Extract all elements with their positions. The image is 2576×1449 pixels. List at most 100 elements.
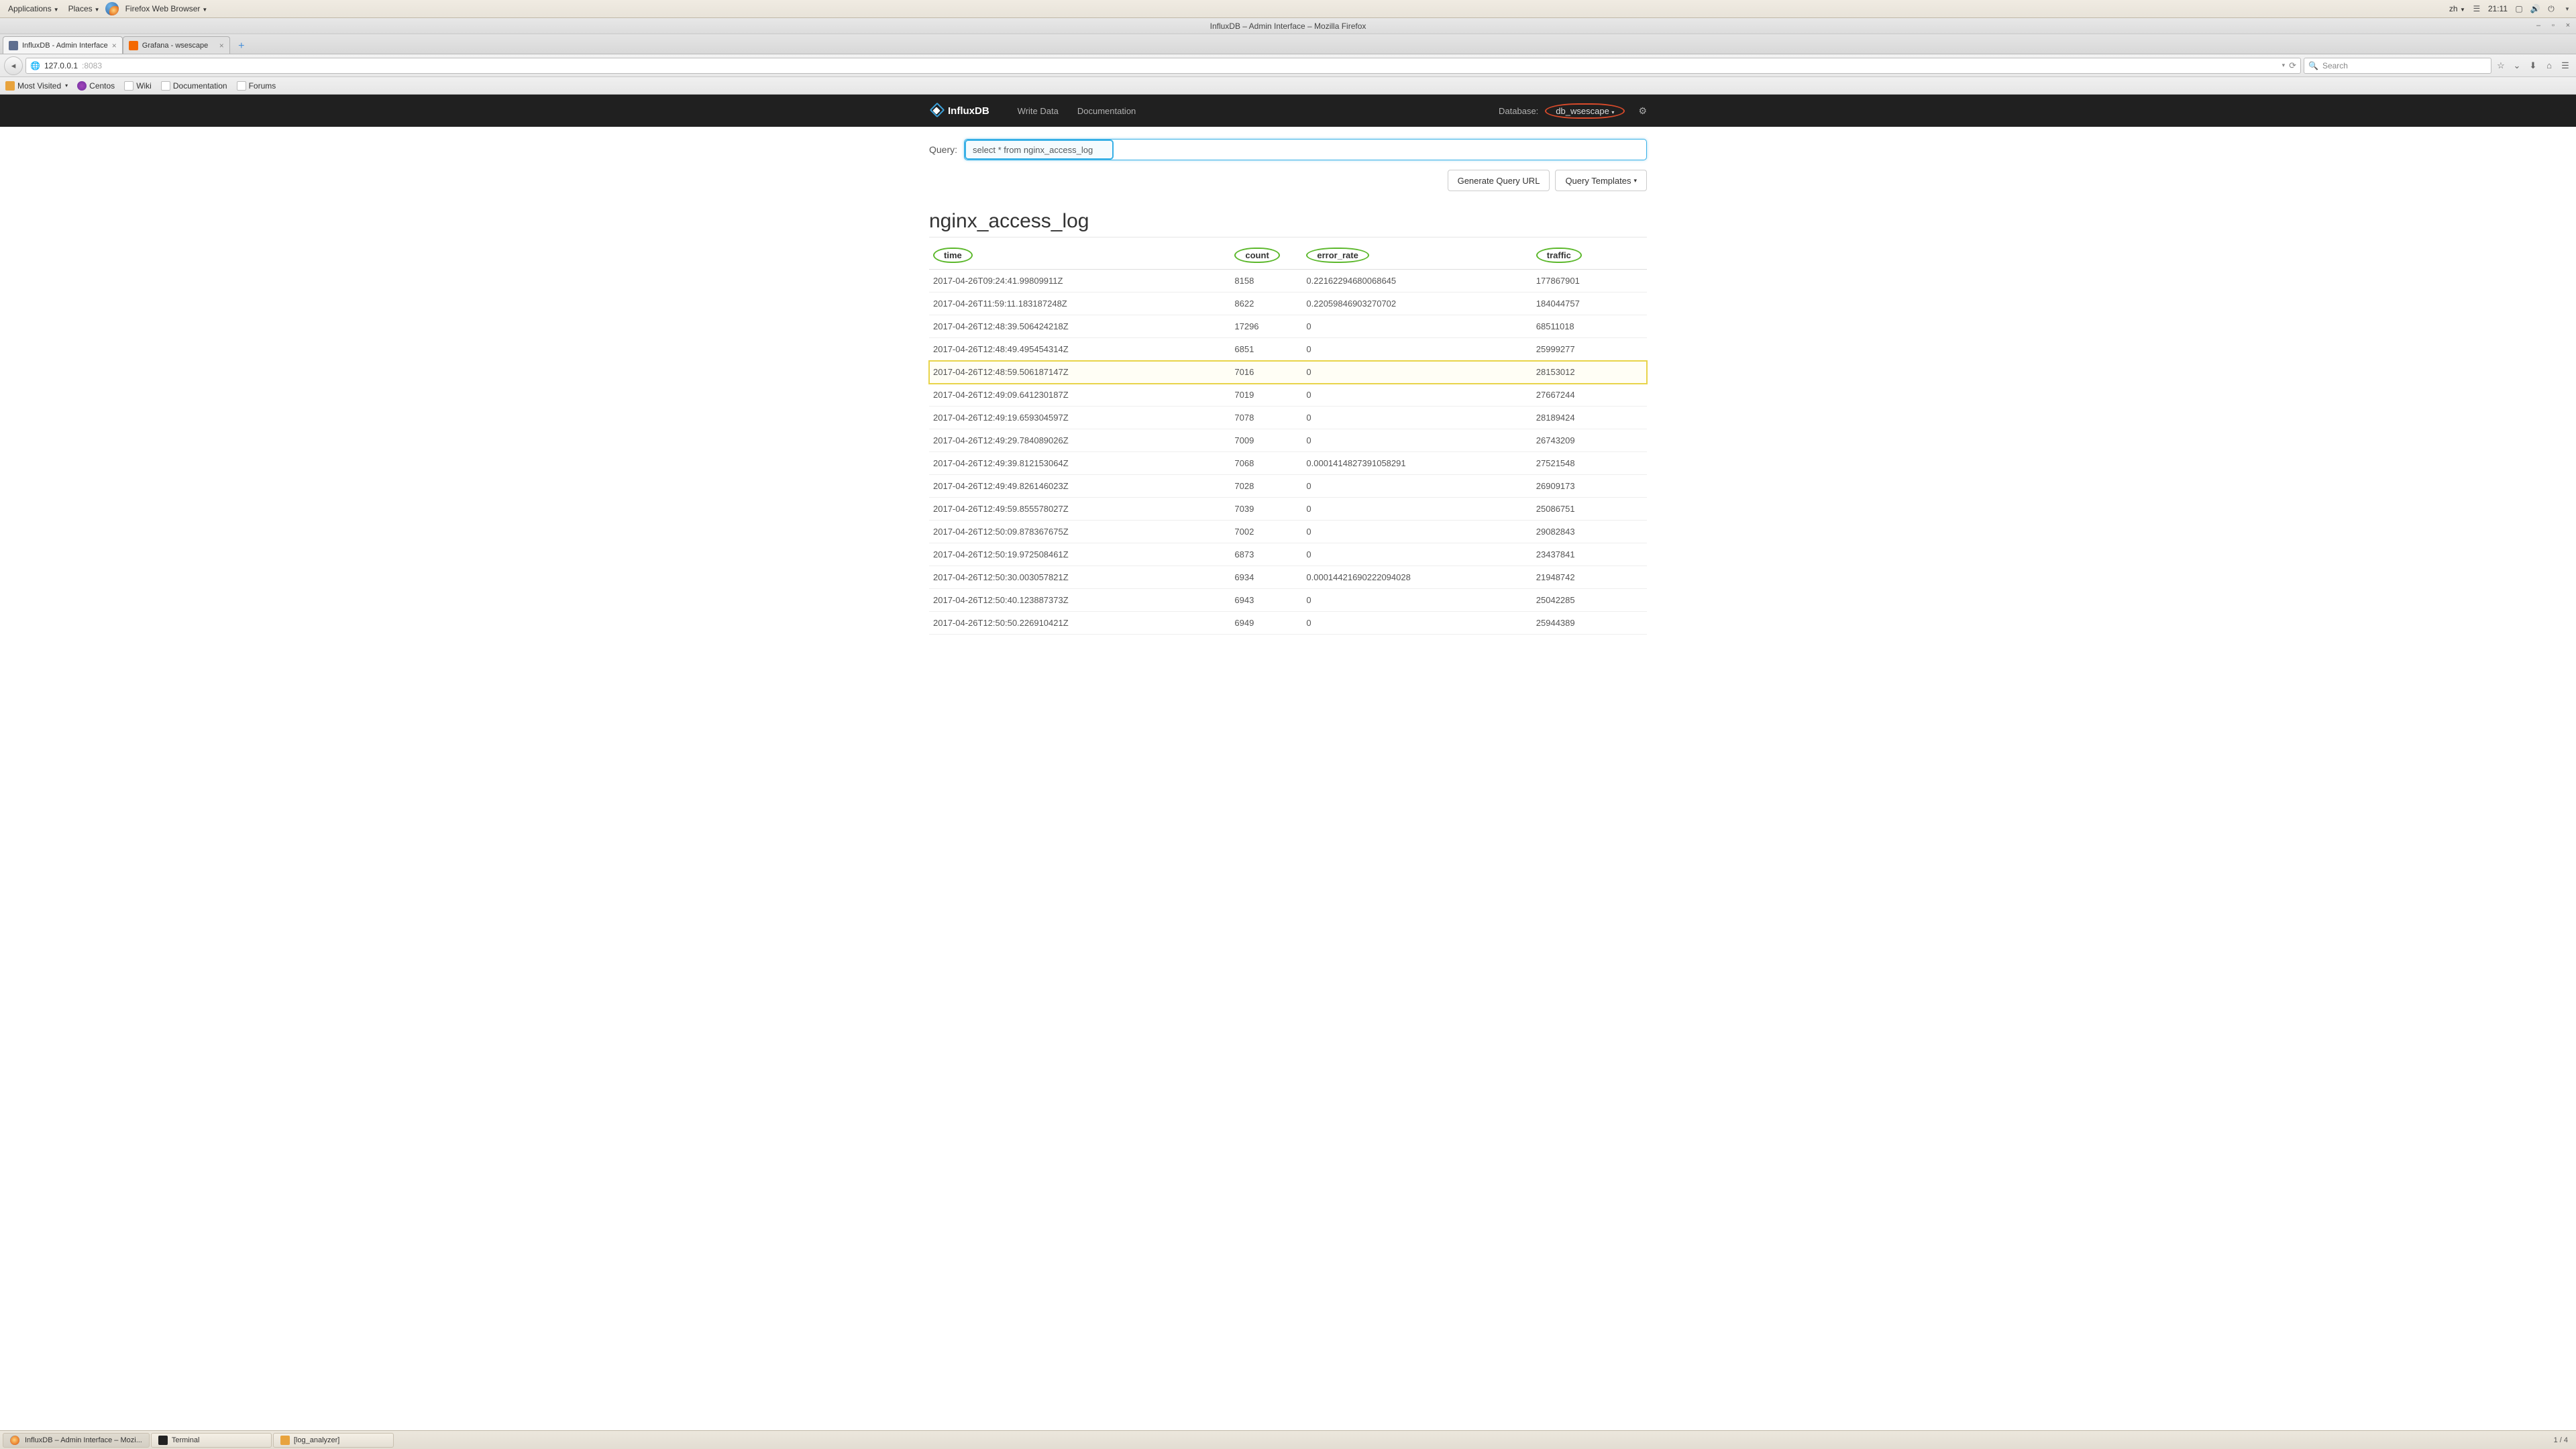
- active-app-menu[interactable]: Firefox Web Browser▼: [121, 3, 212, 15]
- table-row[interactable]: 2017-04-26T12:50:30.003057821Z69340.0001…: [929, 566, 1647, 589]
- table-cell: 0: [1302, 407, 1532, 429]
- bookmark-label: Forums: [249, 81, 276, 91]
- reload-icon[interactable]: ⟳: [2289, 60, 2296, 71]
- database-label: Database:: [1499, 106, 1538, 116]
- user-menu-caret[interactable]: ▼: [2563, 4, 2572, 13]
- table-row[interactable]: 2017-04-26T12:50:40.123887373Z6943025042…: [929, 589, 1647, 612]
- applications-menu[interactable]: Applications▼: [4, 3, 63, 15]
- influx-navbar: InfluxDB Write Data Documentation Databa…: [0, 95, 2576, 127]
- table-cell: 0: [1302, 429, 1532, 452]
- bookmark-item[interactable]: Wiki: [124, 81, 152, 91]
- query-templates-button[interactable]: Query Templates▾: [1555, 170, 1647, 191]
- table-cell: 0.00014421690222094028: [1302, 566, 1532, 589]
- influxdb-logo-text: InfluxDB: [948, 105, 989, 117]
- table-row[interactable]: 2017-04-26T12:50:09.878367675Z7002029082…: [929, 521, 1647, 543]
- table-row[interactable]: 2017-04-26T12:49:39.812153064Z70680.0001…: [929, 452, 1647, 475]
- search-bar[interactable]: 🔍 Search: [2304, 58, 2491, 74]
- column-header-traffic: traffic: [1532, 241, 1647, 270]
- table-cell: 2017-04-26T12:49:29.784089026Z: [929, 429, 1230, 452]
- table-cell: 0: [1302, 475, 1532, 498]
- table-cell: 26909173: [1532, 475, 1647, 498]
- hamburger-menu-icon[interactable]: ☰: [2559, 59, 2572, 72]
- table-cell: 0: [1302, 498, 1532, 521]
- table-cell: 0: [1302, 589, 1532, 612]
- dropdown-history-icon[interactable]: ▾: [2282, 62, 2286, 69]
- table-row[interactable]: 2017-04-26T12:49:29.784089026Z7009026743…: [929, 429, 1647, 452]
- browser-tab[interactable]: InfluxDB - Admin Interface×: [3, 36, 123, 54]
- ime-indicator[interactable]: zh ▼: [2449, 4, 2465, 13]
- table-cell: 25999277: [1532, 338, 1647, 361]
- folder-icon: [280, 1436, 290, 1445]
- home-icon[interactable]: ⌂: [2542, 59, 2556, 72]
- clock[interactable]: 21:11: [2488, 4, 2508, 13]
- table-cell: 0: [1302, 543, 1532, 566]
- table-cell: 23437841: [1532, 543, 1647, 566]
- firefox-tab-bar: InfluxDB - Admin Interface×Grafana - wse…: [0, 34, 2576, 54]
- taskbar-item[interactable]: [log_analyzer]: [273, 1433, 394, 1448]
- gnome-top-bar: Applications▼ Places▼ Firefox Web Browse…: [0, 0, 2576, 18]
- column-header-count: count: [1230, 241, 1302, 270]
- table-row[interactable]: 2017-04-26T12:49:09.641230187Z7019027667…: [929, 384, 1647, 407]
- places-menu[interactable]: Places▼: [64, 3, 104, 15]
- back-button[interactable]: ◂: [4, 56, 23, 75]
- volume-icon[interactable]: 🔊: [2530, 4, 2540, 13]
- terminal-icon: [158, 1436, 168, 1445]
- tab-close-icon[interactable]: ×: [219, 41, 224, 50]
- globe-icon: 🌐: [30, 61, 40, 70]
- table-cell: 2017-04-26T12:50:19.972508461Z: [929, 543, 1230, 566]
- table-row[interactable]: 2017-04-26T12:50:50.226910421Z6949025944…: [929, 612, 1647, 635]
- measurement-heading: nginx_access_log: [929, 210, 1647, 237]
- taskbar-item[interactable]: InfluxDB – Admin Interface – Mozi...: [3, 1433, 150, 1448]
- bookmark-item[interactable]: Centos: [77, 81, 115, 91]
- table-cell: 28189424: [1532, 407, 1647, 429]
- table-cell: 21948742: [1532, 566, 1647, 589]
- window-close-button[interactable]: ×: [2563, 20, 2573, 31]
- nav-write-data[interactable]: Write Data: [1008, 106, 1068, 116]
- table-cell: 8622: [1230, 292, 1302, 315]
- url-bar[interactable]: 🌐 127.0.0.1:8083 ▾ ⟳: [25, 58, 2301, 74]
- window-maximize-button[interactable]: ▫: [2548, 20, 2559, 31]
- nav-documentation[interactable]: Documentation: [1068, 106, 1145, 116]
- bookmark-icon: [124, 81, 133, 91]
- column-header-error_rate: error_rate: [1302, 241, 1532, 270]
- bookmark-item[interactable]: Most Visited▾: [5, 81, 68, 91]
- gnome-taskbar: InfluxDB – Admin Interface – Mozi...Term…: [0, 1430, 2576, 1449]
- taskbar-item[interactable]: Terminal: [151, 1433, 272, 1448]
- workspace-indicator[interactable]: 1 / 4: [2548, 1436, 2573, 1444]
- settings-gear-icon[interactable]: ⚙: [1638, 105, 1647, 117]
- downloads-icon[interactable]: ⬇: [2526, 59, 2540, 72]
- search-icon: 🔍: [2308, 61, 2318, 70]
- table-cell: 6949: [1230, 612, 1302, 635]
- browser-tab[interactable]: Grafana - wsescape×: [123, 36, 230, 54]
- influxdb-logo[interactable]: InfluxDB: [929, 103, 989, 118]
- network-icon[interactable]: ☰: [2472, 4, 2481, 13]
- bookmark-item[interactable]: Documentation: [161, 81, 227, 91]
- bookmark-label: Documentation: [173, 81, 227, 91]
- table-row[interactable]: 2017-04-26T09:24:41.99809911Z81580.22162…: [929, 270, 1647, 292]
- table-row[interactable]: 2017-04-26T11:59:11.183187248Z86220.2205…: [929, 292, 1647, 315]
- generate-query-url-button[interactable]: Generate Query URL: [1448, 170, 1550, 191]
- table-cell: 7028: [1230, 475, 1302, 498]
- pocket-icon[interactable]: ⌄: [2510, 59, 2524, 72]
- database-select[interactable]: db_wsescape ▾: [1545, 106, 1625, 116]
- query-input[interactable]: [964, 139, 1647, 160]
- bookmark-label: Wiki: [136, 81, 152, 91]
- table-cell: 0.22059846903270702: [1302, 292, 1532, 315]
- table-cell: 7078: [1230, 407, 1302, 429]
- table-row[interactable]: 2017-04-26T12:49:59.855578027Z7039025086…: [929, 498, 1647, 521]
- table-row[interactable]: 2017-04-26T12:50:19.972508461Z6873023437…: [929, 543, 1647, 566]
- power-icon[interactable]: ⏻: [2546, 4, 2556, 13]
- table-row[interactable]: 2017-04-26T12:48:39.506424218Z1729606851…: [929, 315, 1647, 338]
- table-row[interactable]: 2017-04-26T12:49:49.826146023Z7028026909…: [929, 475, 1647, 498]
- display-icon[interactable]: ▢: [2514, 4, 2524, 13]
- table-cell: 2017-04-26T11:59:11.183187248Z: [929, 292, 1230, 315]
- table-cell: 2017-04-26T12:50:40.123887373Z: [929, 589, 1230, 612]
- bookmark-star-icon[interactable]: ☆: [2494, 59, 2508, 72]
- window-minimize-button[interactable]: –: [2533, 20, 2544, 31]
- tab-close-icon[interactable]: ×: [112, 41, 117, 50]
- new-tab-button[interactable]: +: [233, 39, 250, 54]
- bookmark-item[interactable]: Forums: [237, 81, 276, 91]
- table-row[interactable]: 2017-04-26T12:48:59.506187147Z7016028153…: [929, 361, 1647, 384]
- table-row[interactable]: 2017-04-26T12:49:19.659304597Z7078028189…: [929, 407, 1647, 429]
- table-row[interactable]: 2017-04-26T12:48:49.495454314Z6851025999…: [929, 338, 1647, 361]
